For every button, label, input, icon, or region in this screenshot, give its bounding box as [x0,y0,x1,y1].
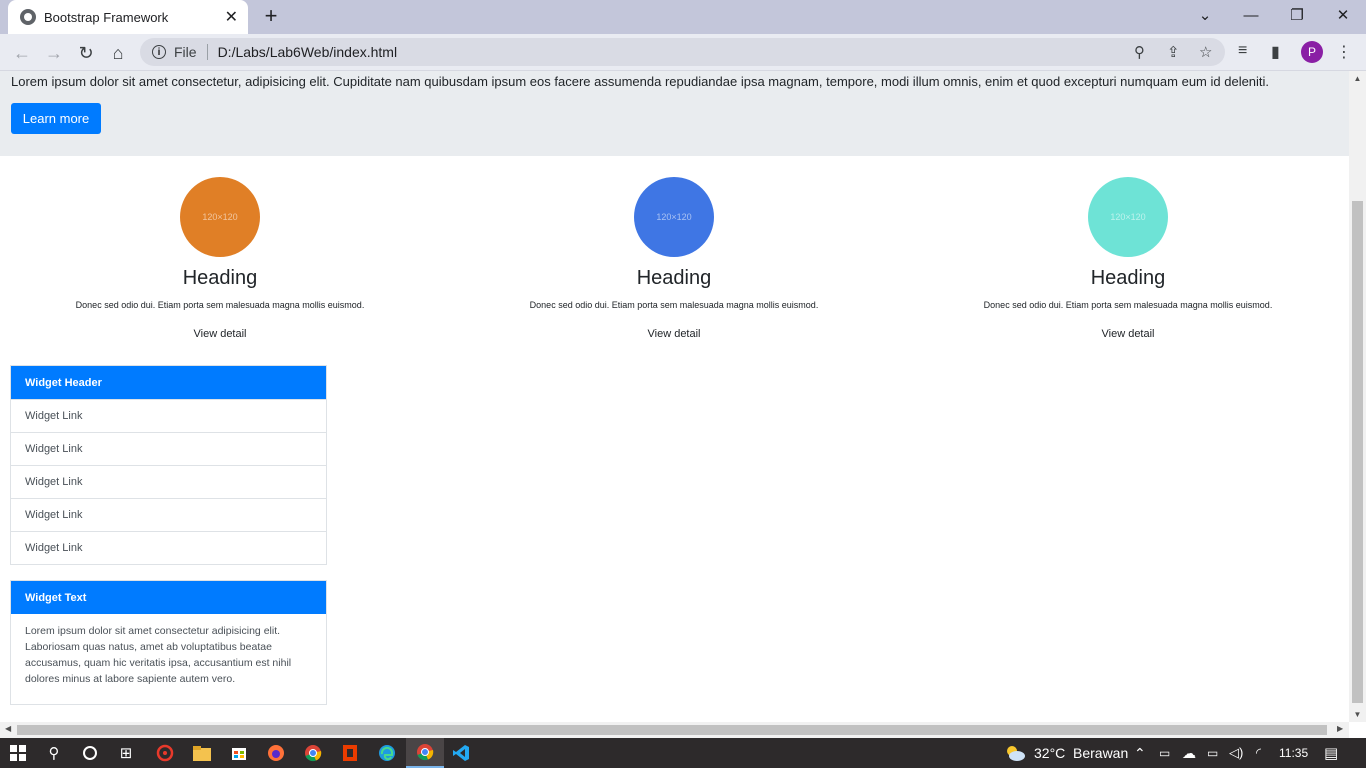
feature-text: Donec sed odio dui. Etiam porta sem male… [529,300,819,310]
widget-text-header: Widget Text [11,581,326,614]
volume-icon[interactable]: ◁) [1229,738,1243,768]
widget-link[interactable]: Widget Link [11,498,326,531]
feature-image: 120×120 [180,177,260,257]
vertical-scrollbar[interactable]: ▲ ▼ [1349,71,1366,722]
feature-column: 120×120 Heading Donec sed odio dui. Etia… [60,177,380,340]
widget-links-card: Widget Header Widget Link Widget Link Wi… [10,365,327,565]
globe-icon [20,9,36,25]
chrome-active-icon[interactable] [406,738,444,768]
wifi-icon[interactable]: ◜ [1256,738,1261,768]
back-icon[interactable]: ← [9,40,35,66]
address-bar[interactable]: i File D:/Labs/Lab6Web/index.html ⚲ ⇪ ☆ [140,38,1225,66]
feature-heading: Heading [1090,267,1166,289]
window-close-icon[interactable]: ✕ [1320,0,1366,30]
search-icon[interactable]: ⚲ [44,743,64,763]
feature-image: 120×120 [634,177,714,257]
widget-text-card: Widget Text Lorem ipsum dolor sit amet c… [10,580,327,705]
reload-icon[interactable]: ↻ [73,40,99,66]
scroll-left-icon[interactable]: ◀ [5,724,11,733]
reading-list-icon[interactable]: ≡ [1238,42,1247,60]
feature-heading: Heading [636,267,712,289]
windows-taskbar: ⚲ ⊞ 32°C Berawan ⌃ ▭ ☁ ▭ ◁) ◜ 11:35 ▤ [0,738,1366,768]
chrome-icon[interactable] [303,743,323,763]
side-panel-icon[interactable]: ▮ [1271,42,1280,62]
feature-heading: Heading [182,267,258,289]
office-icon[interactable] [340,743,360,763]
minimize-icon[interactable]: — [1228,0,1274,30]
zoom-icon[interactable]: ⚲ [1134,38,1145,66]
tab-search-icon[interactable]: ⌄ [1182,0,1228,30]
weather-temp[interactable]: 32°C [1034,738,1065,768]
home-icon[interactable]: ⌂ [105,40,131,66]
forward-icon[interactable]: → [41,40,67,66]
notification-icon[interactable]: ▤ [1324,738,1338,768]
feature-column: 120×120 Heading Donec sed odio dui. Etia… [968,177,1288,340]
restore-icon[interactable]: ❐ [1274,0,1320,30]
horizontal-scroll-thumb[interactable] [17,725,1327,735]
app-red-icon[interactable] [155,743,175,763]
widget-link[interactable]: Widget Link [11,399,326,432]
scroll-down-icon[interactable]: ▼ [1349,710,1366,719]
feature-column: 120×120 Heading Donec sed odio dui. Etia… [514,177,834,340]
info-icon[interactable]: i [152,45,166,59]
new-tab-button[interactable]: + [260,5,282,27]
browser-tab[interactable]: Bootstrap Framework ✕ [8,0,248,34]
edge-icon[interactable] [377,743,397,763]
view-detail-link[interactable]: View detail [60,328,380,340]
vertical-scroll-thumb[interactable] [1352,201,1363,703]
view-detail-link[interactable]: View detail [514,328,834,340]
tab-strip: Bootstrap Framework ✕ + ⌄ — ❐ ✕ [0,0,1366,34]
learn-more-button[interactable]: Learn more [11,103,101,134]
start-windows-icon[interactable] [8,743,28,763]
url-divider [206,44,208,60]
profile-avatar[interactable]: P [1301,41,1323,63]
task-view-icon[interactable]: ⊞ [116,743,136,763]
feature-text: Donec sed odio dui. Etiam porta sem male… [983,300,1273,310]
widget-link[interactable]: Widget Link [11,531,326,564]
page-viewport: Lorem ipsum dolor sit amet consectetur, … [0,71,1349,722]
menu-icon[interactable]: ⋮ [1336,42,1352,62]
feature-image: 120×120 [1088,177,1168,257]
url-text[interactable]: D:/Labs/Lab6Web/index.html [218,44,398,60]
file-explorer-icon[interactable] [192,743,212,763]
share-icon[interactable]: ⇪ [1167,38,1180,66]
vscode-icon[interactable] [451,743,471,763]
widget-header: Widget Header [11,366,326,399]
clock-time[interactable]: 11:35 [1279,738,1308,768]
widget-link[interactable]: Widget Link [11,465,326,498]
tab-close-icon[interactable]: ✕ [225,7,238,27]
weather-desc[interactable]: Berawan [1073,738,1128,768]
widget-link[interactable]: Widget Link [11,432,326,465]
widget-text-body: Lorem ipsum dolor sit amet consectetur a… [25,625,292,685]
view-detail-link[interactable]: View detail [968,328,1288,340]
tray-chevron-icon[interactable]: ⌃ [1134,738,1146,768]
firefox-icon[interactable] [266,743,286,763]
jumbotron-text: Lorem ipsum dolor sit amet consectetur, … [11,74,1270,89]
scroll-right-icon[interactable]: ▶ [1337,724,1343,733]
tab-title: Bootstrap Framework [44,9,169,25]
url-scheme: File [174,44,197,60]
feature-text: Donec sed odio dui. Etiam porta sem male… [75,300,365,310]
battery-icon[interactable]: ▭ [1207,738,1218,768]
jumbotron: Lorem ipsum dolor sit amet consectetur, … [0,71,1349,156]
store-icon[interactable] [229,743,249,763]
onedrive-icon[interactable]: ☁ [1182,738,1196,768]
bookmark-star-icon[interactable]: ☆ [1199,38,1212,66]
cortana-icon[interactable] [80,743,100,763]
scroll-up-icon[interactable]: ▲ [1349,74,1366,83]
weather-cloud-icon[interactable] [1004,738,1026,768]
meet-now-icon[interactable]: ▭ [1159,738,1170,768]
horizontal-scrollbar[interactable]: ◀ ▶ [0,722,1349,738]
browser-toolbar: ← → ↻ ⌂ i File D:/Labs/Lab6Web/index.htm… [0,34,1366,71]
